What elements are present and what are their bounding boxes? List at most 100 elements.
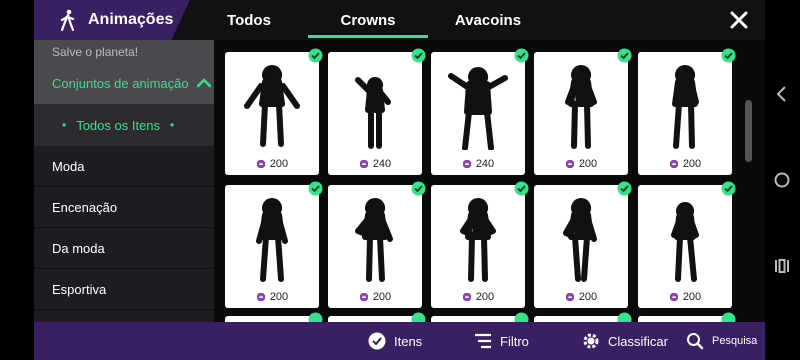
sort-label: Classificar [608, 333, 668, 349]
tab-todos[interactable]: Todos [204, 0, 294, 40]
animation-pose-image [565, 65, 597, 149]
animation-card[interactable]: 200 [225, 48, 323, 175]
animation-pose-image [355, 77, 391, 149]
sidebar-item-label: Da moda [52, 240, 105, 256]
sidebar-item-da-moda[interactable]: Da moda [34, 228, 214, 269]
itens-label: Itens [394, 333, 423, 349]
crown-currency-icon [669, 160, 678, 168]
animation-card[interactable]: 200 [431, 181, 529, 308]
price-value: 200 [682, 158, 702, 170]
price-tag: 200 [431, 291, 525, 303]
sort-button[interactable]: Classificar [582, 322, 668, 360]
price-value: 200 [269, 291, 289, 303]
app-title: Animações [88, 11, 174, 28]
filter-button[interactable]: Filtro [474, 322, 529, 360]
animation-card[interactable]: 200 [225, 181, 323, 308]
sidebar-item-esportiva[interactable]: Esportiva [34, 269, 214, 310]
price-tag: 240 [431, 158, 525, 170]
owned-check-icon [721, 181, 736, 196]
owned-check-icon [617, 181, 632, 196]
owned-check-icon [308, 48, 323, 63]
price-value: 240 [475, 158, 495, 170]
home-icon[interactable] [772, 170, 792, 190]
close-icon[interactable] [727, 8, 751, 32]
search-icon [687, 333, 704, 350]
search-label: Pesquisa [712, 335, 758, 347]
app-root: Animações Todos Crowns Avacoins Salve o … [0, 0, 800, 360]
crown-currency-icon [462, 293, 471, 301]
owned-check-icon [308, 181, 323, 196]
sidebar-group-conjuntos[interactable]: Conjuntos de animação [34, 62, 214, 104]
owned-check-icon [411, 48, 426, 63]
bullet-icon: • [62, 118, 67, 132]
sidebar-subitem-todos-os-itens[interactable]: • Todos os Itens • [34, 104, 214, 146]
sidebar-item-label: Moda [52, 158, 85, 174]
animation-pose-image [244, 65, 300, 147]
sidebar-item-moda[interactable]: Moda [34, 146, 214, 187]
price-tag: 200 [225, 291, 319, 303]
animation-card[interactable]: 240 [328, 48, 426, 175]
crown-currency-icon [256, 293, 265, 301]
filter-icon [475, 333, 491, 349]
animation-pose-image [563, 198, 597, 282]
check-circle-icon [368, 332, 386, 350]
walking-person-icon [60, 9, 75, 31]
animation-card[interactable]: 200 [328, 181, 426, 308]
animation-grid: 200 240 240 200 200 200 200 200 200 200 [214, 40, 765, 327]
recent-apps-icon[interactable] [772, 256, 792, 276]
price-tag: 200 [534, 291, 628, 303]
animation-pose-image [448, 67, 508, 150]
owned-check-icon [721, 48, 736, 63]
price-tag: 200 [638, 291, 732, 303]
animation-card[interactable]: 200 [534, 181, 632, 308]
owned-check-icon [514, 181, 529, 196]
tab-avacoins[interactable]: Avacoins [438, 0, 538, 40]
sidebar-group-label: Conjuntos de animação [52, 75, 189, 91]
price-tag: 200 [534, 158, 628, 170]
sidebar-spacer [34, 310, 214, 322]
crown-currency-icon [256, 160, 265, 168]
owned-check-icon [617, 48, 632, 63]
category-sidebar: Salve o planeta! Conjuntos de animação •… [34, 40, 214, 322]
price-tag: 200 [638, 158, 732, 170]
filter-label: Filtro [500, 333, 529, 349]
price-value: 200 [682, 291, 702, 303]
price-value: 240 [372, 158, 392, 170]
animation-card[interactable]: 240 [431, 48, 529, 175]
sidebar-item-label: Salve o planeta! [52, 45, 139, 59]
sidebar-subitem-label: Todos os Itens [76, 117, 161, 133]
owned-check-icon [411, 181, 426, 196]
bottom-bar: Itens Filtro Classificar Pesquisa [34, 322, 765, 360]
sidebar-item-salve-o-planeta[interactable]: Salve o planeta! [34, 40, 214, 62]
app-title-tab: Animações [34, 0, 190, 40]
animation-pose-image [672, 65, 699, 149]
active-tab-indicator [308, 35, 428, 38]
itens-button[interactable]: Itens [368, 322, 422, 360]
android-nav-bar [765, 0, 800, 360]
tab-crowns[interactable]: Crowns [308, 0, 428, 40]
crown-currency-icon [359, 293, 368, 301]
search-button[interactable]: Pesquisa [686, 322, 757, 360]
crown-currency-icon [669, 293, 678, 301]
animation-pose-image [355, 198, 393, 282]
sidebar-item-label: Esportiva [52, 281, 107, 297]
price-tag: 240 [328, 158, 422, 170]
price-tag: 200 [328, 291, 422, 303]
animation-card[interactable]: 200 [638, 48, 736, 175]
price-value: 200 [578, 158, 598, 170]
back-icon[interactable] [772, 84, 792, 104]
owned-check-icon [514, 48, 529, 63]
crown-currency-icon [462, 160, 471, 168]
sidebar-item-encenacao[interactable]: Encenação [34, 187, 214, 228]
animation-card[interactable]: 200 [534, 48, 632, 175]
price-value: 200 [269, 158, 289, 170]
animation-pose-image [460, 198, 496, 282]
animation-pose-image [671, 202, 699, 282]
price-value: 200 [578, 291, 598, 303]
chevron-up-icon [196, 78, 211, 88]
animation-pose-image [256, 198, 288, 282]
top-bar: Animações Todos Crowns Avacoins [34, 0, 765, 40]
grid-scrollbar[interactable] [745, 100, 752, 162]
crown-currency-icon [359, 160, 368, 168]
animation-card[interactable]: 200 [638, 181, 736, 308]
